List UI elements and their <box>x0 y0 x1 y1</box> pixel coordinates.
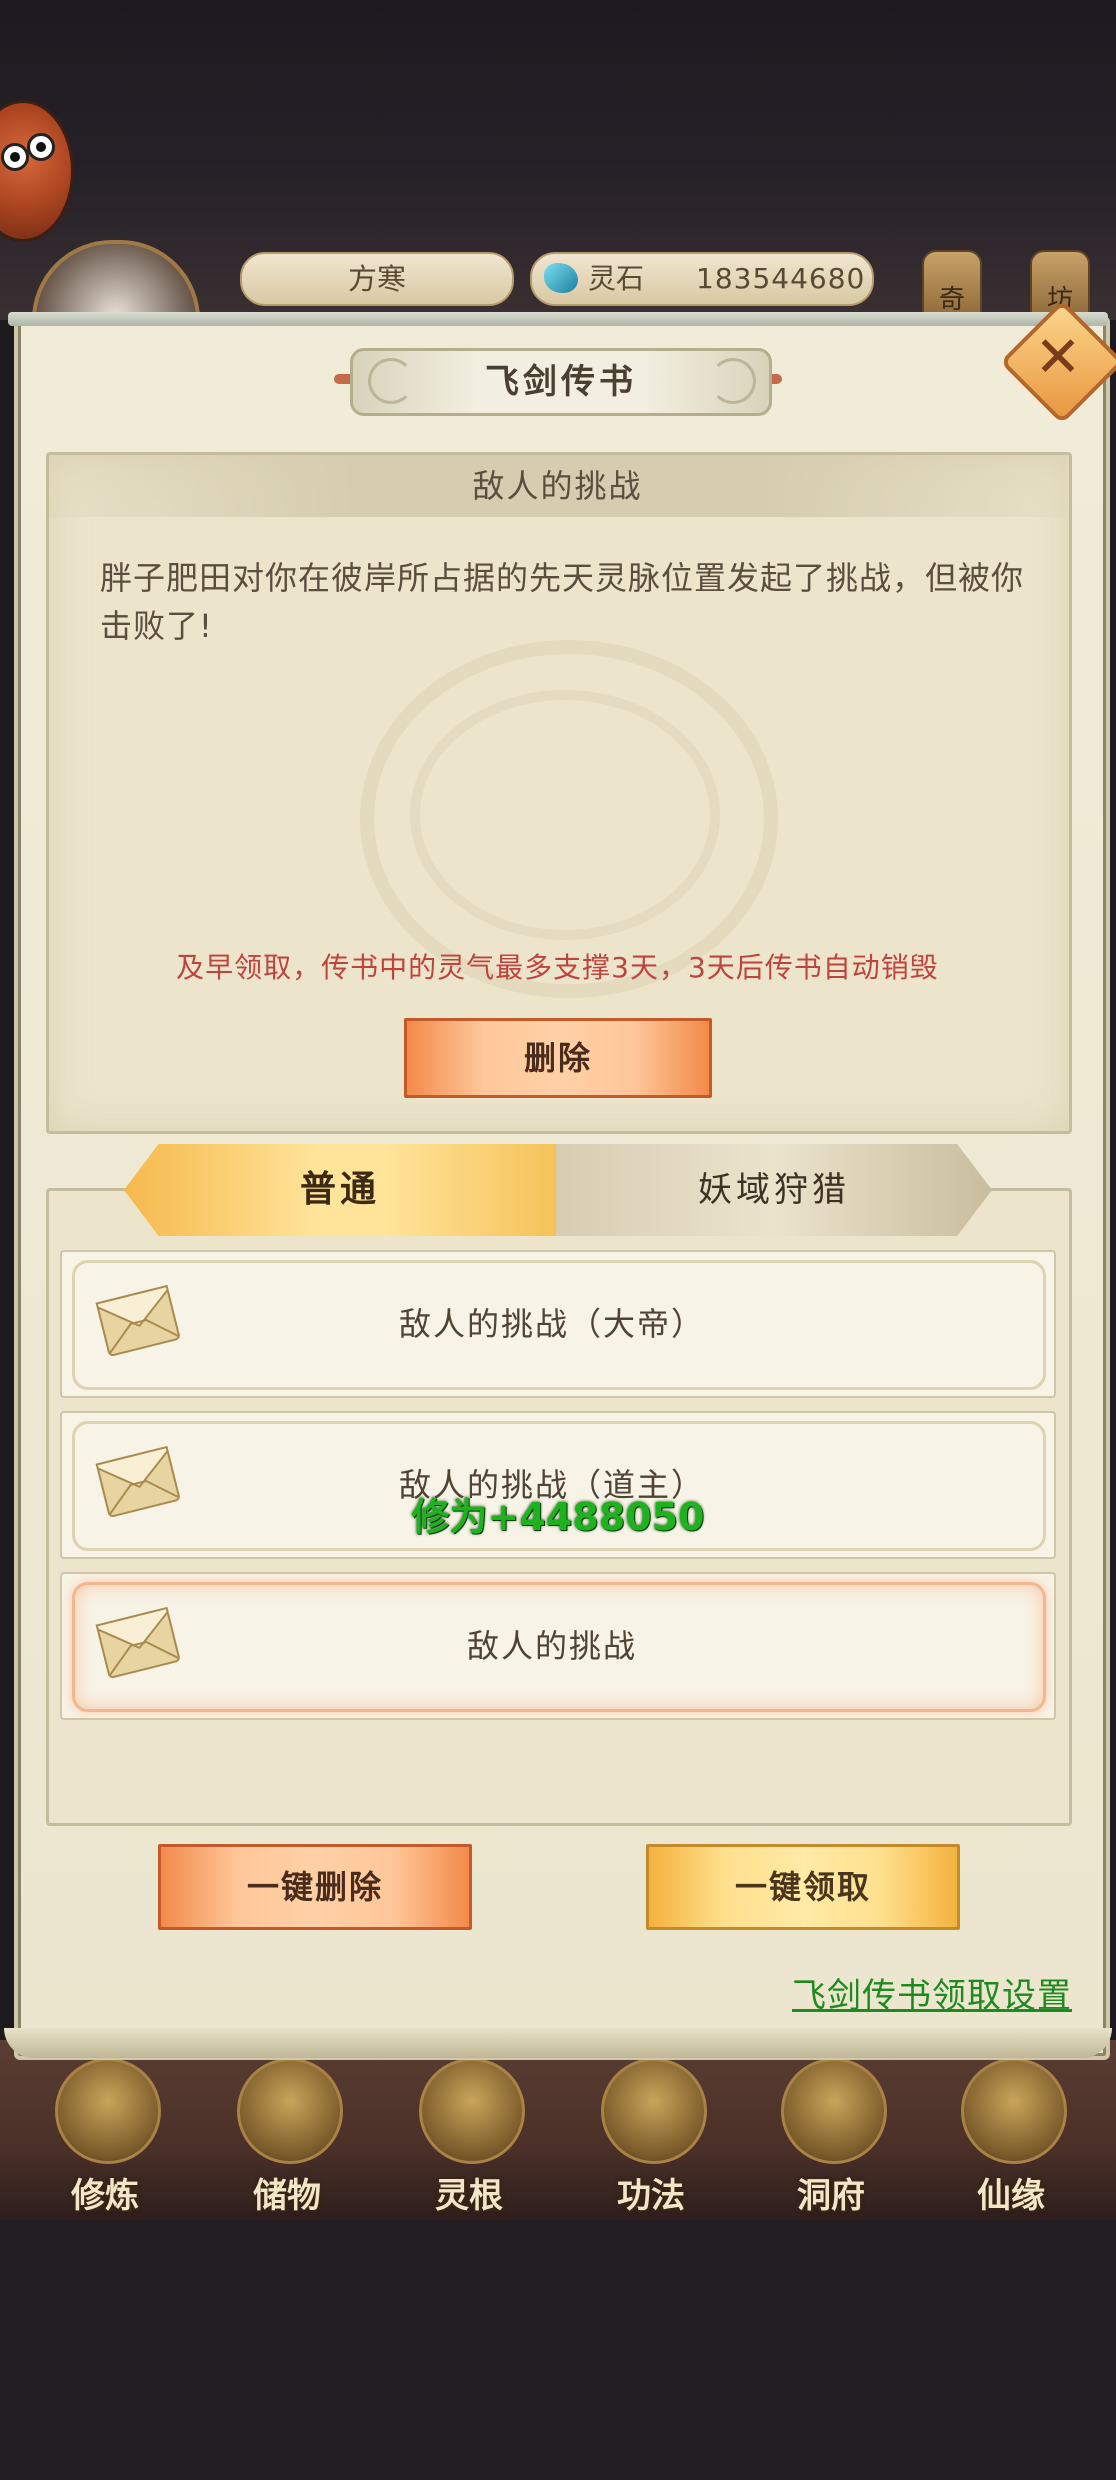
spirit-root-icon <box>419 2058 525 2164</box>
currency-value: 183544680 <box>696 262 866 295</box>
dialog-bottom-rail <box>4 2028 1112 2058</box>
mascot-eye-icon <box>1 143 29 171</box>
gourd-icon <box>961 2058 1067 2164</box>
nav-item-cave[interactable]: 洞府 <box>756 2050 906 2220</box>
currency-label: 灵石 <box>588 262 645 295</box>
expiry-note: 及早领取，传书中的灵气最多支撑3天，3天后传书自动销毁 <box>176 951 939 984</box>
delete-all-button[interactable]: 一键删除 <box>158 1844 472 1930</box>
cloud-ornament-icon <box>710 358 756 404</box>
nav-label: 修炼 <box>71 2176 139 2216</box>
nav-label: 洞府 <box>797 2176 865 2216</box>
tab-monster-hunt[interactable]: 妖域狩猎 <box>556 1144 992 1236</box>
message-title: 敌人的挑战 <box>49 455 1066 517</box>
mail-item-label: 敌人的挑战 <box>466 1627 637 1665</box>
nav-label: 灵根 <box>435 2176 503 2216</box>
cloud-emblem-inner-icon <box>410 690 720 940</box>
nav-item-storage[interactable]: 储物 <box>212 2050 362 2220</box>
palace-icon <box>781 2058 887 2164</box>
message-body: 胖子肥田对你在彼岸所占据的先天灵脉位置发起了挑战，但被你击败了! <box>100 559 1025 645</box>
nav-item-spirit-root[interactable]: 灵根 <box>394 2050 544 2220</box>
mail-item-selected[interactable]: 敌人的挑战 <box>60 1572 1056 1720</box>
reward-popup-text: 修为+4488050 <box>411 1495 705 1539</box>
tab-normal[interactable]: 普通 <box>124 1144 556 1236</box>
mail-item[interactable]: 敌人的挑战（大帝） <box>60 1250 1056 1398</box>
currency-display: 灵石 183544680 <box>530 252 874 306</box>
nav-label: 仙缘 <box>977 2176 1045 2216</box>
monk-icon <box>55 2058 161 2164</box>
book-icon <box>601 2058 707 2164</box>
nav-item-skills[interactable]: 功法 <box>576 2050 726 2220</box>
delete-button[interactable]: 删除 <box>404 1018 712 1098</box>
claim-settings-link[interactable]: 飞剑传书领取设置 <box>760 1968 1072 2017</box>
bottom-background <box>0 2220 1116 2480</box>
bag-icon <box>237 2058 343 2164</box>
nav-item-fate[interactable]: 仙缘 <box>936 2050 1086 2220</box>
spirit-stone-icon <box>544 263 578 293</box>
nav-item-cultivate[interactable]: 修炼 <box>30 2050 180 2220</box>
dialog-top-rail <box>8 312 1108 326</box>
nav-label: 功法 <box>617 2176 685 2216</box>
cloud-ornament-icon <box>368 358 414 404</box>
mail-item-label: 敌人的挑战（大帝） <box>398 1305 705 1343</box>
mascot-eye-icon <box>27 133 55 161</box>
claim-all-button[interactable]: 一键领取 <box>646 1844 960 1930</box>
player-name: 方寒 <box>240 252 514 306</box>
nav-label: 储物 <box>253 2176 321 2216</box>
